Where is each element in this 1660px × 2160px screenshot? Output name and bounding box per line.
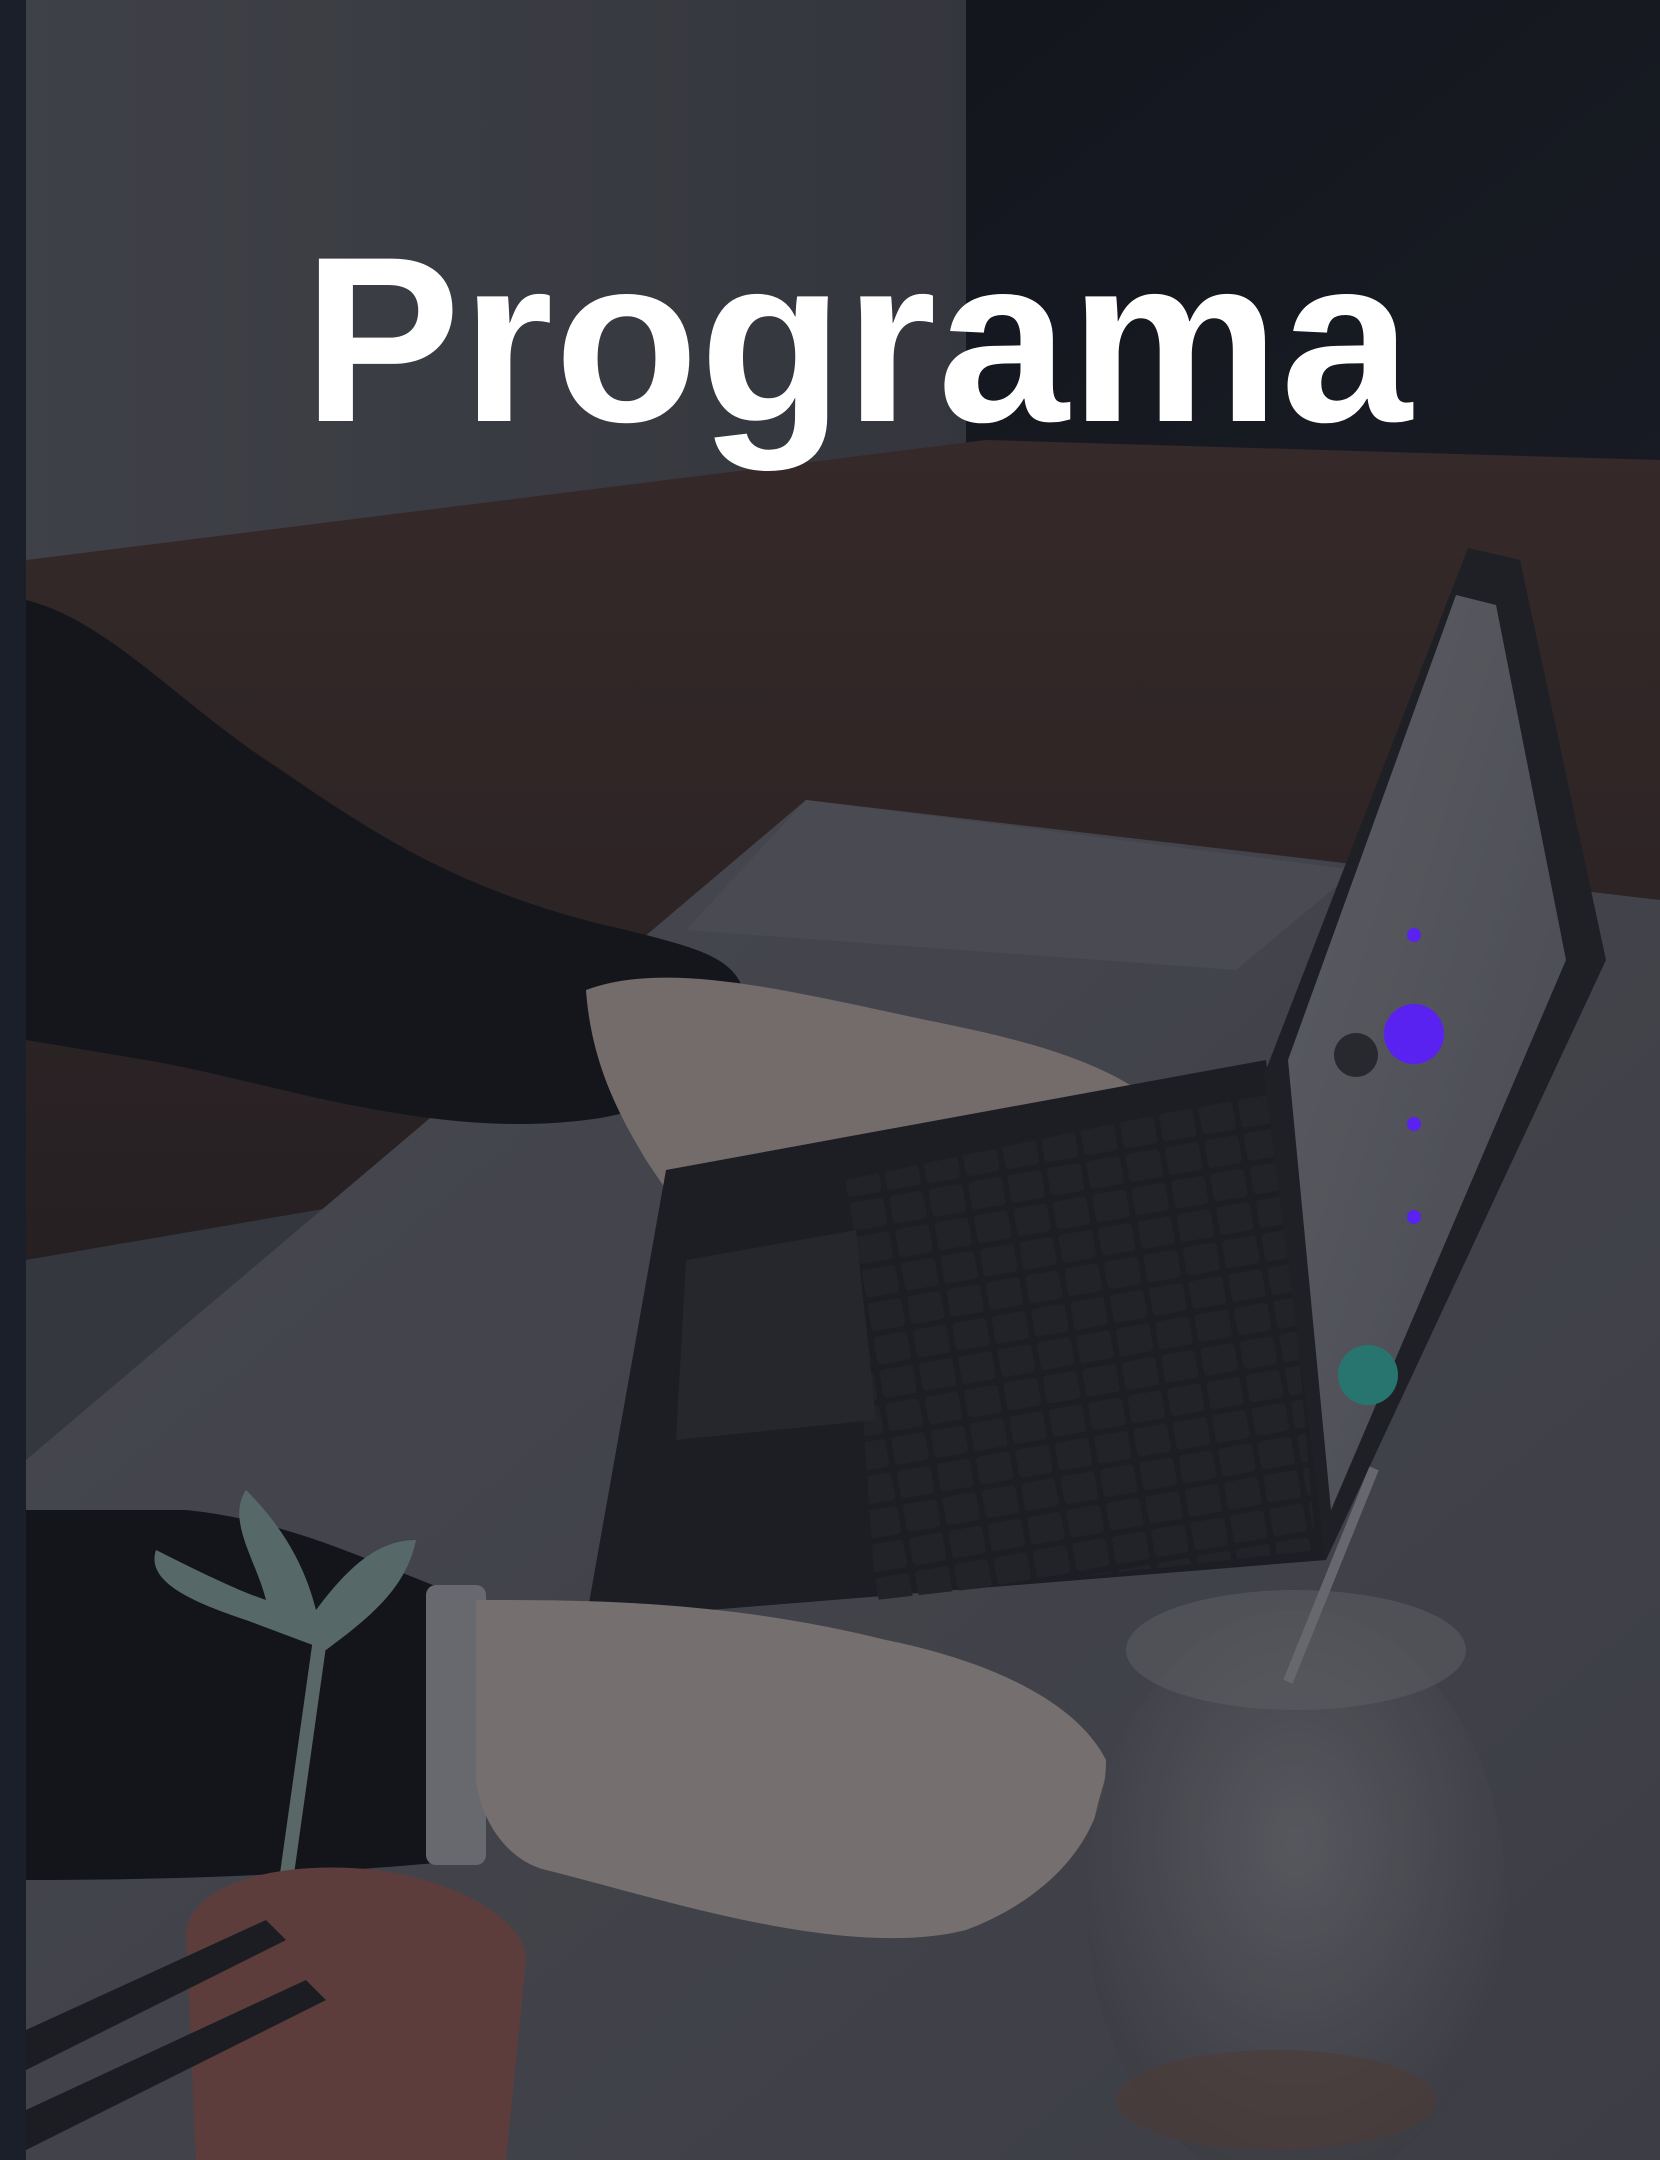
slide-pagination[interactable] — [1384, 928, 1444, 1228]
dot-icon[interactable] — [1407, 1210, 1421, 1224]
page-title: Programa — [303, 208, 1413, 472]
cover-page: Programa — [0, 0, 1660, 2160]
left-edge-strip — [0, 0, 26, 2160]
dot-icon[interactable] — [1407, 928, 1421, 942]
dot-icon[interactable] — [1407, 1117, 1421, 1131]
dot-icon[interactable] — [1384, 1004, 1444, 1064]
